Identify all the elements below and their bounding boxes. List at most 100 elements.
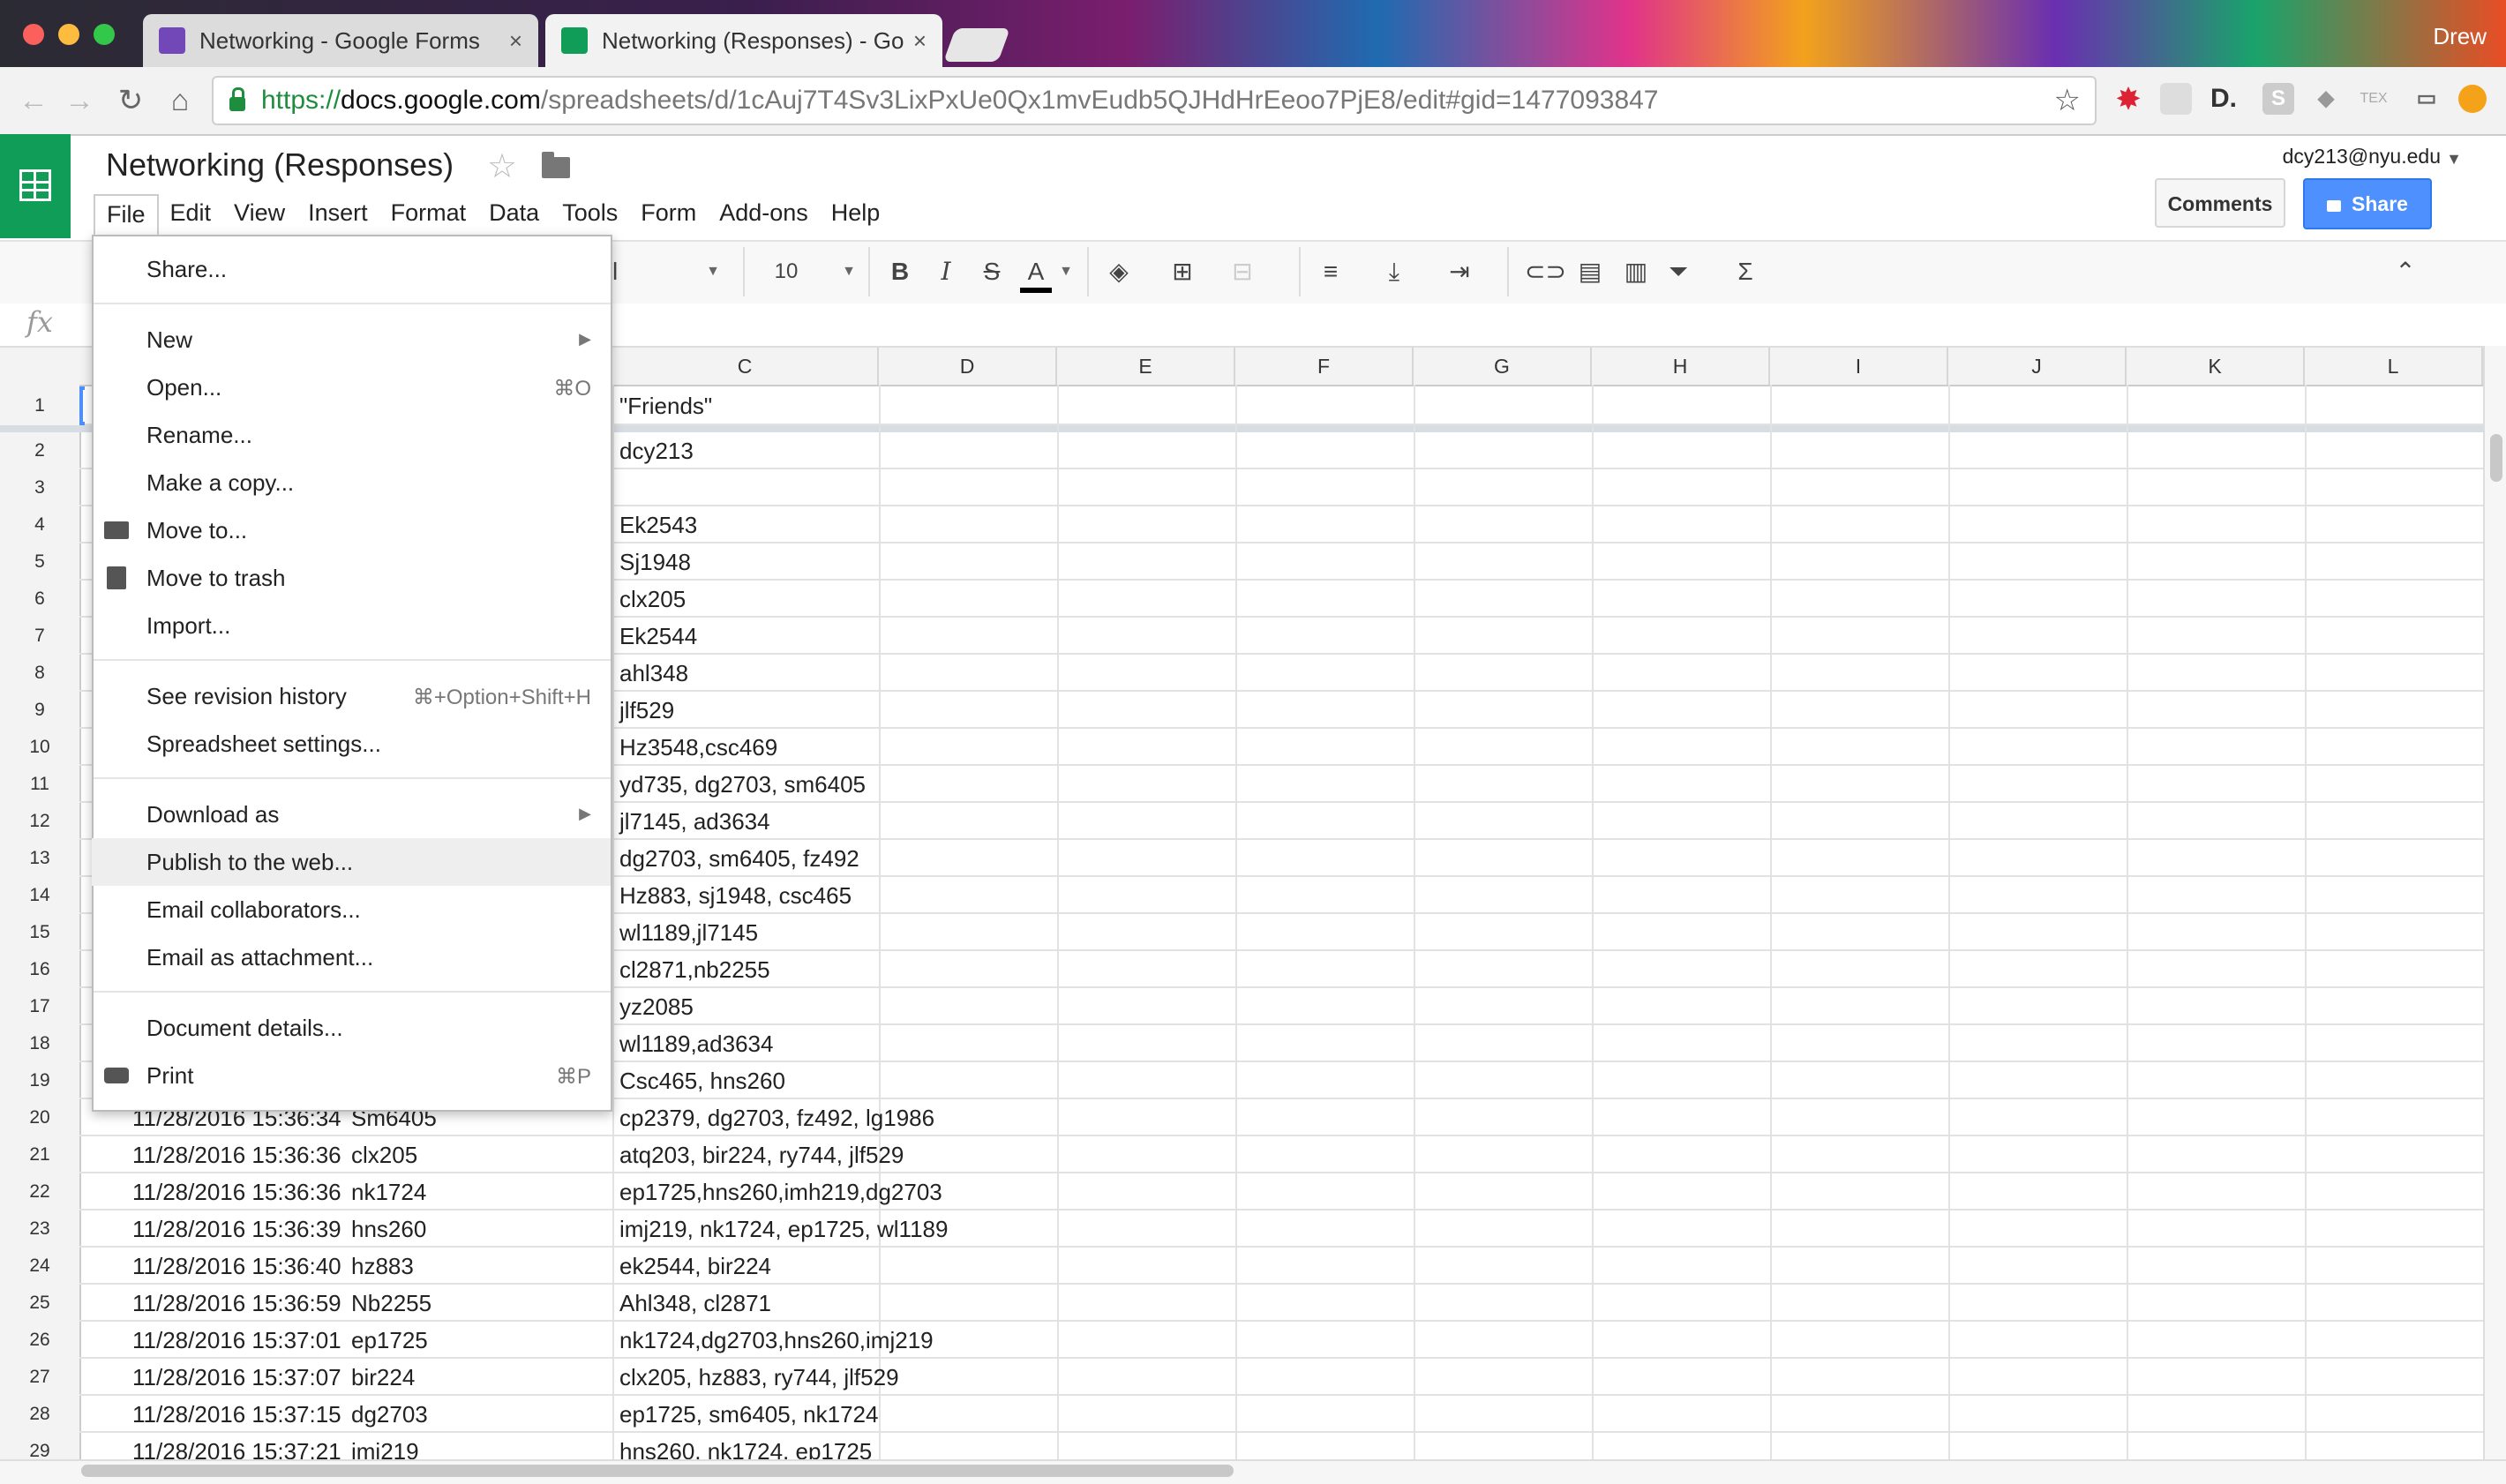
menu-item-print[interactable]: Print ⌘P [92, 1052, 611, 1099]
menu-item-document-details[interactable]: Document details... [92, 1004, 611, 1052]
row-number[interactable]: 5 [0, 551, 79, 573]
menu-item-email-collaborators[interactable]: Email collaborators... [92, 886, 611, 933]
menu-tools[interactable]: Tools [551, 194, 629, 236]
cell-b[interactable]: hns260 [351, 1216, 426, 1243]
cell-c[interactable]: wl1189,ad3634 [619, 1031, 773, 1058]
share-button[interactable]: Share [2303, 178, 2432, 229]
cell-a[interactable]: 11/28/2016 15:36:39 [132, 1216, 341, 1243]
menu-item-move-to-trash[interactable]: Move to trash [92, 554, 611, 602]
extension-icon[interactable] [2160, 83, 2192, 115]
address-bar[interactable]: https://docs.google.com/spreadsheets/d/1… [212, 76, 2097, 125]
menu-form[interactable]: Form [629, 194, 708, 236]
row-number[interactable]: 7 [0, 626, 79, 647]
tab-close-icon[interactable]: × [509, 27, 522, 55]
folder-icon[interactable] [542, 152, 570, 178]
row-number[interactable]: 27 [0, 1367, 79, 1388]
row-number[interactable]: 9 [0, 700, 79, 721]
cell-c[interactable]: cp2379, dg2703, fz492, lg1986 [619, 1105, 934, 1132]
chevron-down-icon[interactable]: ▼ [704, 252, 722, 291]
cell-c[interactable]: jlf529 [619, 697, 674, 724]
row-number[interactable]: 19 [0, 1070, 79, 1091]
tab-close-icon[interactable]: × [913, 27, 927, 55]
cell-c[interactable]: Ek2544 [619, 623, 697, 650]
bookmark-star-icon[interactable]: ☆ [2054, 83, 2081, 118]
cell-a[interactable]: 11/28/2016 15:36:59 [132, 1290, 341, 1317]
menu-item-download-as[interactable]: Download as ▶ [92, 791, 611, 838]
row-number[interactable]: 21 [0, 1144, 79, 1165]
chevron-down-icon[interactable]: ▼ [840, 252, 858, 291]
notification-icon[interactable] [2458, 85, 2487, 113]
row-number[interactable]: 24 [0, 1255, 79, 1277]
valign-icon[interactable]: ⤓ [1378, 252, 1410, 291]
column-header-k[interactable]: K [2127, 348, 2305, 385]
menu-item-open[interactable]: Open... ⌘O [92, 364, 611, 411]
merge-icon[interactable]: ⊟ [1225, 252, 1260, 291]
minimize-window-button[interactable] [58, 24, 79, 45]
row-number[interactable]: 6 [0, 588, 79, 610]
sheets-logo[interactable] [0, 134, 71, 238]
cell-c[interactable]: yd735, dg2703, sm6405 [619, 771, 866, 798]
wrap-icon[interactable]: ⇥ [1440, 252, 1479, 291]
column-header-e[interactable]: E [1057, 348, 1235, 385]
text-color-button[interactable]: A [1020, 252, 1052, 293]
menu-format[interactable]: Format [379, 194, 478, 236]
menu-item-spreadsheet-settings[interactable]: Spreadsheet settings... [92, 720, 611, 768]
row-number[interactable]: 18 [0, 1033, 79, 1054]
cell-c[interactable]: Sj1948 [619, 549, 691, 576]
row-number[interactable]: 25 [0, 1293, 79, 1314]
row-number[interactable]: 26 [0, 1330, 79, 1351]
cell-a[interactable]: 11/28/2016 15:37:01 [132, 1327, 341, 1354]
cell-b[interactable]: nk1724 [351, 1179, 426, 1206]
comments-button[interactable]: Comments [2155, 178, 2285, 228]
row-number[interactable]: 10 [0, 737, 79, 758]
cell-b[interactable]: ep1725 [351, 1327, 428, 1354]
back-icon[interactable]: ← [14, 81, 53, 120]
home-icon[interactable]: ⌂ [161, 81, 199, 120]
cast-icon[interactable]: ▭ [2411, 83, 2442, 115]
menu-data[interactable]: Data [477, 194, 551, 236]
row-number[interactable]: 13 [0, 848, 79, 869]
fill-color-icon[interactable]: ◈ [1103, 252, 1135, 291]
column-header-l[interactable]: L [2305, 348, 2483, 385]
cell-c[interactable]: Csc465, hns260 [619, 1068, 785, 1095]
zoom-window-button[interactable] [94, 24, 115, 45]
menu-insert[interactable]: Insert [296, 194, 379, 236]
cell-c[interactable]: Ek2543 [619, 512, 697, 539]
cell-c[interactable]: Hz3548,csc469 [619, 734, 777, 761]
cell-c[interactable]: yz2085 [619, 993, 694, 1021]
column-header-g[interactable]: G [1414, 348, 1592, 385]
row-number[interactable]: 16 [0, 959, 79, 980]
column-header-c[interactable]: C [612, 348, 879, 385]
row-number[interactable]: 12 [0, 811, 79, 832]
cell-a[interactable]: 11/28/2016 15:37:15 [132, 1401, 341, 1428]
cell-a[interactable]: 11/28/2016 15:36:36 [132, 1142, 341, 1169]
horizontal-scroll-thumb[interactable] [81, 1465, 1234, 1477]
cell-c[interactable]: jl7145, ad3634 [619, 808, 770, 836]
cell-b[interactable]: Nb2255 [351, 1290, 431, 1317]
cell-c[interactable]: dcy213 [619, 438, 694, 465]
cell-a[interactable]: 11/28/2016 15:36:40 [132, 1253, 341, 1280]
menu-view[interactable]: View [222, 194, 296, 236]
cell-b[interactable]: hz883 [351, 1253, 414, 1280]
row-number[interactable]: 3 [0, 477, 79, 498]
menu-item-see-revision-history[interactable]: See revision history ⌘+Option+Shift+H [92, 672, 611, 720]
chevron-down-icon[interactable]: ▼ [2446, 150, 2462, 169]
menu-item-move-to[interactable]: Move to... [92, 506, 611, 554]
borders-icon[interactable]: ⊞ [1167, 252, 1198, 291]
filter-icon[interactable]: ⏷ [1662, 252, 1694, 291]
tab-responses[interactable]: Networking (Responses) - Goo × [545, 14, 942, 67]
menu-item-email-as-attachment[interactable]: Email as attachment... [92, 933, 611, 981]
menu-file[interactable]: File [94, 194, 159, 236]
row-number[interactable]: 23 [0, 1218, 79, 1240]
row-number[interactable]: 2 [0, 440, 79, 461]
row-number[interactable]: 14 [0, 885, 79, 906]
vertical-scrollbar[interactable] [2483, 346, 2506, 1459]
cell-c[interactable]: clx205, hz883, ry744, jlf529 [619, 1364, 899, 1391]
strikethrough-button[interactable]: S [978, 252, 1006, 291]
cell-c[interactable]: cl2871,nb2255 [619, 956, 770, 984]
cell-c[interactable]: Hz883, sj1948, csc465 [619, 882, 852, 910]
d-icon[interactable]: D. [2208, 83, 2240, 115]
selected-cell[interactable] [79, 386, 85, 425]
cell-c[interactable]: nk1724,dg2703,hns260,imj219 [619, 1327, 934, 1354]
s-icon[interactable]: S [2262, 83, 2294, 115]
